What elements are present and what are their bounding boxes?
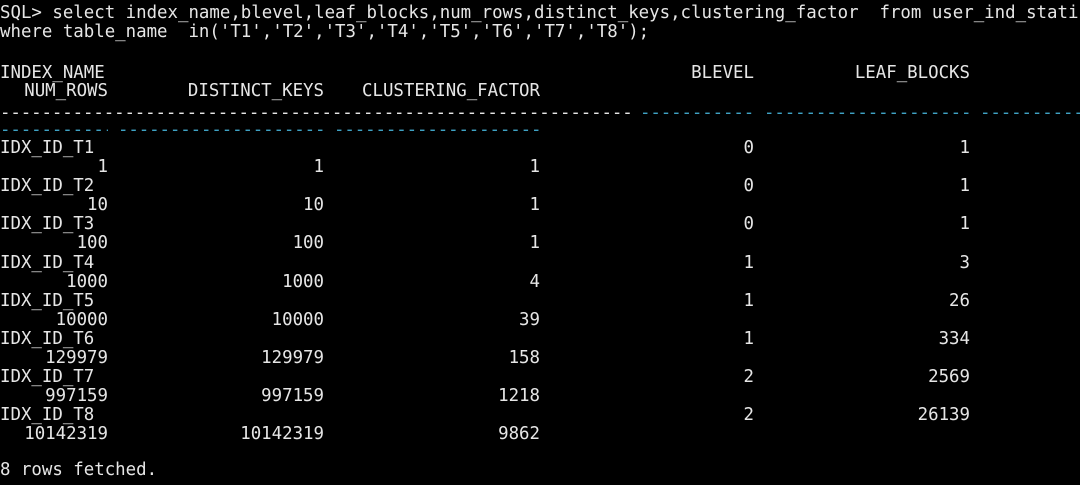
cell-num-rows: 997159	[45, 386, 108, 406]
cell-num-rows: 10142319	[24, 424, 108, 444]
table-row: IDX_ID_T6 1 334	[0, 330, 1080, 349]
header-row-2: NUM_ROWS DISTINCT_KEYS CLUSTERING_FACTOR	[0, 82, 1080, 101]
cell-blevel: 2	[743, 405, 754, 425]
cell-distinct-keys: 10000	[271, 310, 324, 330]
cell-index-name: IDX_ID_T5	[0, 291, 95, 311]
header-leaf-blocks: LEAF_BLOCKS	[854, 63, 970, 83]
separator-distinct-keys: ------------------------------	[118, 121, 324, 140]
cell-leaf-blocks: 3	[959, 253, 970, 273]
cell-index-name: IDX_ID_T6	[0, 329, 95, 349]
cell-leaf-blocks: 26	[949, 291, 970, 311]
cell-clustering-factor: 9862	[498, 424, 540, 444]
cell-clustering-factor: 1218	[498, 386, 540, 406]
table-row-continuation: 997159 997159 1218	[0, 387, 1080, 406]
table-row: IDX_ID_T4 1 3	[0, 254, 1080, 273]
cell-blevel: 1	[743, 329, 754, 349]
table-row-continuation: 1000 1000 4	[0, 273, 1080, 292]
cell-index-name: IDX_ID_T2	[0, 176, 95, 196]
table-row: IDX_ID_T7 2 2569	[0, 368, 1080, 387]
cell-clustering-factor: 1	[529, 233, 540, 253]
cell-num-rows: 129979	[45, 348, 108, 368]
cell-num-rows: 1000	[66, 272, 108, 292]
cell-distinct-keys: 997159	[261, 386, 324, 406]
cell-clustering-factor: 1	[529, 195, 540, 215]
header-row-1: INDEX_NAME BLEVEL LEAF_BLOCKS	[0, 64, 1080, 83]
table-row-continuation: 1 1 1	[0, 158, 1080, 177]
cell-leaf-blocks: 2569	[928, 367, 970, 387]
cell-clustering-factor: 4	[529, 272, 540, 292]
cell-distinct-keys: 1	[313, 157, 324, 177]
cell-index-name: IDX_ID_T1	[0, 138, 95, 158]
cell-blevel: 1	[743, 253, 754, 273]
table-row-continuation: 129979 129979 158	[0, 349, 1080, 368]
cell-clustering-factor: 158	[508, 348, 540, 368]
table-row: IDX_ID_T2 0 1	[0, 177, 1080, 196]
cell-distinct-keys: 10142319	[240, 424, 324, 444]
header-num-rows: NUM_ROWS	[24, 81, 108, 101]
table-row-continuation: 10 10 1	[0, 196, 1080, 215]
cell-clustering-factor: 39	[519, 310, 540, 330]
cell-num-rows: 10	[87, 195, 108, 215]
cell-blevel: 0	[743, 214, 754, 234]
cell-clustering-factor: 1	[529, 157, 540, 177]
cell-blevel: 0	[743, 138, 754, 158]
cell-index-name: IDX_ID_T7	[0, 367, 95, 387]
table-row: IDX_ID_T5 1 26	[0, 292, 1080, 311]
sql-command-line-2: where table_name in('T1','T2','T3','T4',…	[0, 22, 650, 42]
separator-clustering-factor: ------------------------------	[334, 121, 540, 140]
cell-leaf-blocks: 1	[959, 138, 970, 158]
cell-index-name: IDX_ID_T8	[0, 405, 95, 425]
cell-distinct-keys: 129979	[261, 348, 324, 368]
header-blevel: BLEVEL	[691, 63, 754, 83]
cell-num-rows: 1	[97, 157, 108, 177]
cell-num-rows: 10000	[55, 310, 108, 330]
sql-terminal-output: SQL> select index_name,blevel,leaf_block…	[0, 0, 1080, 485]
rows-fetched-footer: 8 rows fetched.	[0, 460, 158, 480]
cell-blevel: 1	[743, 291, 754, 311]
table-row-continuation: 10142319 10142319 9862	[0, 425, 1080, 444]
table-row-continuation: 100 100 1	[0, 234, 1080, 253]
cell-blevel: 0	[743, 176, 754, 196]
cell-leaf-blocks: 1	[959, 214, 970, 234]
cell-index-name: IDX_ID_T3	[0, 214, 95, 234]
cell-distinct-keys: 1000	[282, 272, 324, 292]
table-row: IDX_ID_T1 0 1	[0, 139, 1080, 158]
cell-leaf-blocks: 334	[938, 329, 970, 349]
cell-leaf-blocks: 26139	[917, 405, 970, 425]
cell-blevel: 2	[743, 367, 754, 387]
cell-distinct-keys: 10	[303, 195, 324, 215]
cell-leaf-blocks: 1	[959, 176, 970, 196]
header-clustering-factor: CLUSTERING_FACTOR	[362, 81, 540, 101]
cell-num-rows: 100	[76, 233, 108, 253]
table-row: IDX_ID_T8 2 26139	[0, 406, 1080, 425]
cell-distinct-keys: 100	[292, 233, 324, 253]
table-row-continuation: 10000 10000 39	[0, 311, 1080, 330]
separator-row-2: ---------- ------ -------------- ---------…	[0, 121, 1080, 140]
cell-index-name: IDX_ID_T4	[0, 253, 95, 273]
sql-command-line-1: SQL> select index_name,blevel,leaf_block…	[0, 3, 1080, 23]
header-distinct-keys: DISTINCT_KEYS	[187, 81, 324, 101]
table-row: IDX_ID_T3 0 1	[0, 215, 1080, 234]
